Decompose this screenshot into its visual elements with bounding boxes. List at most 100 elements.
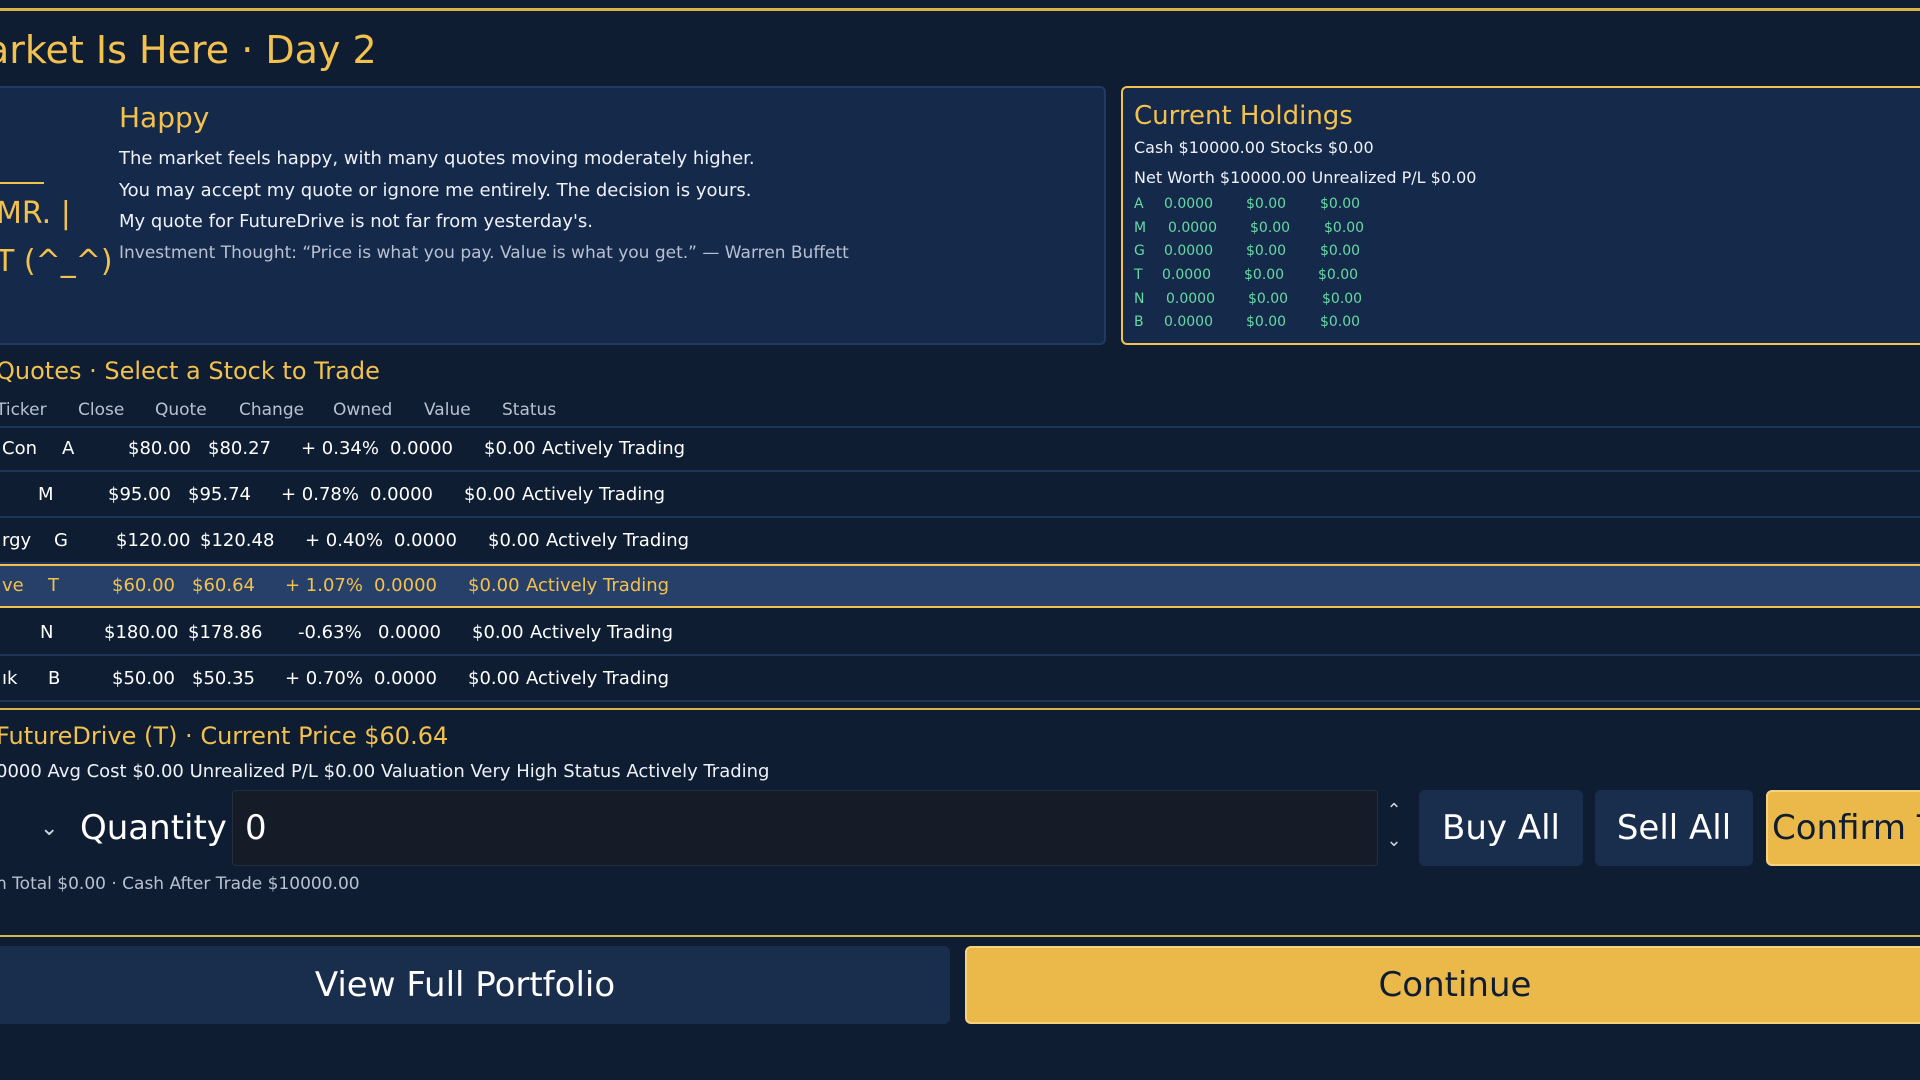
stock-value: $0.00 bbox=[468, 668, 520, 689]
header-value: Value bbox=[424, 400, 471, 420]
stock-ticker: B bbox=[48, 668, 61, 689]
confirm-trade-button[interactable]: Confirm T bbox=[1766, 790, 1920, 866]
stock-owned: 0.0000 bbox=[390, 438, 453, 459]
stock-value: $0.00 bbox=[464, 484, 516, 505]
stock-status: Actively Trading bbox=[526, 668, 670, 689]
buy-all-button[interactable]: Buy All bbox=[1419, 790, 1583, 866]
holding-value: $0.00 bbox=[1248, 291, 1289, 307]
stock-name: ve bbox=[2, 575, 24, 596]
trade-stock-title: FutureDrive (T) · Current Price $60.64 bbox=[0, 722, 449, 750]
chevron-down-icon[interactable]: ⌄ bbox=[40, 816, 58, 841]
advisor-divider bbox=[0, 182, 44, 184]
advisor-line-2: You may accept my quote or ignore me ent… bbox=[119, 180, 752, 201]
trade-stock-info: 0000 Avg Cost $0.00 Unrealized P/L $0.00… bbox=[0, 761, 770, 782]
stock-quote: $178.86 bbox=[188, 622, 263, 643]
stock-value: $0.00 bbox=[484, 438, 536, 459]
quantity-stepper[interactable]: ⌃ ⌄ bbox=[1384, 796, 1404, 856]
holdings-title: Current Holdings bbox=[1134, 101, 1353, 131]
stock-value: $0.00 bbox=[488, 530, 540, 551]
holding-value: $0.00 bbox=[1246, 243, 1287, 259]
stock-close: $120.00 bbox=[116, 530, 191, 551]
stock-close: $95.00 bbox=[108, 484, 171, 505]
stock-owned: 0.0000 bbox=[378, 622, 441, 643]
holding-pl: $0.00 bbox=[1318, 267, 1359, 283]
trade-separator bbox=[0, 708, 1920, 710]
stock-close: $180.00 bbox=[104, 622, 179, 643]
quote-row-g[interactable]: rgy G $120.00 $120.48 + 0.40% 0.0000 $0.… bbox=[0, 520, 1920, 564]
stock-status: Actively Trading bbox=[546, 530, 690, 551]
stock-ticker: N bbox=[40, 622, 54, 643]
holding-ticker: B bbox=[1134, 314, 1144, 330]
holding-shares: 0.0000 bbox=[1166, 291, 1215, 307]
stock-ticker: M bbox=[38, 484, 54, 505]
stock-name: ık bbox=[2, 668, 18, 689]
stock-close: $60.00 bbox=[112, 575, 175, 596]
holding-ticker: M bbox=[1134, 220, 1147, 236]
holding-ticker: A bbox=[1134, 196, 1144, 212]
sell-all-button[interactable]: Sell All bbox=[1595, 790, 1753, 866]
stock-close: $80.00 bbox=[128, 438, 191, 459]
holding-shares: 0.0000 bbox=[1162, 267, 1211, 283]
advisor-name: MR. | bbox=[0, 196, 71, 231]
stock-value: $0.00 bbox=[468, 575, 520, 596]
holding-shares: 0.0000 bbox=[1164, 196, 1213, 212]
stock-ticker: A bbox=[62, 438, 75, 459]
advisor-mood: Happy bbox=[119, 101, 210, 134]
holding-value: $0.00 bbox=[1250, 220, 1291, 236]
holding-pl: $0.00 bbox=[1324, 220, 1365, 236]
stock-quote: $80.27 bbox=[208, 438, 271, 459]
stock-change: + 0.78% bbox=[281, 484, 359, 505]
stock-change: + 0.34% bbox=[301, 438, 379, 459]
holding-pl: $0.00 bbox=[1320, 196, 1361, 212]
footer-separator bbox=[0, 935, 1920, 937]
header-change: Change bbox=[239, 400, 305, 420]
advisor-line-3: My quote for FutureDrive is not far from… bbox=[119, 211, 593, 232]
holding-shares: 0.0000 bbox=[1164, 314, 1213, 330]
holding-ticker: N bbox=[1134, 291, 1145, 307]
holding-ticker: T bbox=[1134, 267, 1143, 283]
stock-value: $0.00 bbox=[472, 622, 524, 643]
quote-row-b[interactable]: ık B $50.00 $50.35 + 0.70% 0.0000 $0.00 … bbox=[0, 658, 1920, 702]
stock-status: Actively Trading bbox=[542, 438, 686, 459]
stock-quote: $120.48 bbox=[200, 530, 275, 551]
stock-quote: $95.74 bbox=[188, 484, 251, 505]
stock-owned: 0.0000 bbox=[374, 575, 437, 596]
advisor-face: T (^_^) bbox=[0, 244, 113, 279]
holding-shares: 0.0000 bbox=[1164, 243, 1213, 259]
stock-ticker: G bbox=[54, 530, 68, 551]
holding-ticker: G bbox=[1134, 243, 1145, 259]
header-owned: Owned bbox=[333, 400, 393, 420]
quote-row-n[interactable]: N $180.00 $178.86 -0.63% 0.0000 $0.00 Ac… bbox=[0, 612, 1920, 656]
stock-owned: 0.0000 bbox=[370, 484, 433, 505]
stock-owned: 0.0000 bbox=[394, 530, 457, 551]
holding-shares: 0.0000 bbox=[1168, 220, 1217, 236]
stock-name: rgy bbox=[2, 530, 32, 551]
quote-row-m[interactable]: M $95.00 $95.74 + 0.78% 0.0000 $0.00 Act… bbox=[0, 474, 1920, 518]
quote-row-a[interactable]: Con A $80.00 $80.27 + 0.34% 0.0000 $0.00… bbox=[0, 428, 1920, 472]
stock-close: $50.00 bbox=[112, 668, 175, 689]
stock-change: + 0.70% bbox=[285, 668, 363, 689]
header-quote: Quote bbox=[155, 400, 207, 420]
quote-row-t-selected[interactable]: ve T $60.00 $60.64 + 1.07% 0.0000 $0.00 … bbox=[0, 564, 1920, 608]
quantity-label: Quantity bbox=[80, 808, 227, 848]
stock-name: Con bbox=[2, 438, 37, 459]
holdings-net-worth: Net Worth $10000.00 Unrealized P/L $0.00 bbox=[1134, 168, 1477, 187]
quantity-input[interactable] bbox=[232, 790, 1378, 866]
continue-button[interactable]: Continue bbox=[965, 946, 1920, 1024]
stock-status: Actively Trading bbox=[530, 622, 674, 643]
stock-status: Actively Trading bbox=[522, 484, 666, 505]
stock-owned: 0.0000 bbox=[374, 668, 437, 689]
chevron-down-icon[interactable]: ⌄ bbox=[1384, 826, 1404, 856]
holding-pl: $0.00 bbox=[1322, 291, 1363, 307]
top-accent-rule bbox=[0, 8, 1920, 11]
holding-value: $0.00 bbox=[1246, 196, 1287, 212]
stock-change: -0.63% bbox=[298, 622, 362, 643]
trade-summary: n Total $0.00 · Cash After Trade $10000.… bbox=[0, 874, 360, 894]
holding-value: $0.00 bbox=[1246, 314, 1287, 330]
view-full-portfolio-button[interactable]: View Full Portfolio bbox=[0, 946, 950, 1024]
header-close: Close bbox=[78, 400, 125, 420]
investment-thought: Investment Thought: “Price is what you p… bbox=[119, 243, 849, 263]
stock-status: Actively Trading bbox=[526, 575, 670, 596]
stock-change: + 1.07% bbox=[285, 575, 363, 596]
chevron-up-icon[interactable]: ⌃ bbox=[1384, 796, 1404, 826]
